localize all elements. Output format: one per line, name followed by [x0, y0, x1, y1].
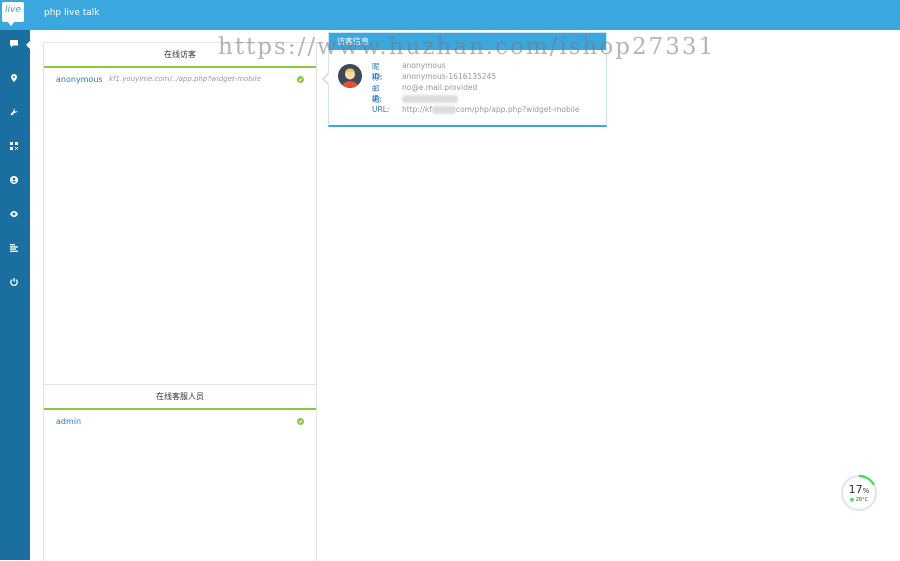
id-value: anonymous-1616135245	[402, 72, 497, 81]
online-staff-panel: 在线客服人员 admin	[43, 384, 317, 561]
sidebar-item-list[interactable]	[0, 238, 30, 260]
temperature-value: 26°C	[855, 497, 869, 503]
visitor-row[interactable]: anonymous kf1.youyime.com/../app.php?wid…	[44, 72, 316, 90]
ip-value	[402, 94, 458, 103]
map-pin-icon	[11, 74, 17, 82]
watermark: https://www.huzhan.com/ishop27331	[218, 34, 716, 60]
gauge-unit: %	[862, 487, 870, 495]
list-icon	[10, 244, 18, 252]
url-value: http://kf com/php/app.php?widget-mobile	[402, 105, 580, 114]
power-icon	[10, 278, 18, 286]
url-prefix: http://kf	[402, 105, 432, 114]
email-value: no@e.mail.provided	[402, 83, 478, 92]
staff-row[interactable]: admin	[44, 414, 316, 432]
sidebar-item-location[interactable]	[0, 68, 30, 90]
online-visitors-panel: 在线访客 anonymous kf1.youyime.com/../app.ph…	[43, 42, 317, 385]
chat-icon	[10, 40, 18, 48]
sidebar-item-logout[interactable]	[0, 272, 30, 294]
gauge-temperature: ● 26°C	[840, 497, 878, 503]
qr-code-icon	[10, 142, 18, 150]
sidebar	[0, 30, 31, 560]
cpu-gauge[interactable]: 17% ● 26°C	[840, 474, 878, 512]
online-staff-title: 在线客服人员	[44, 385, 316, 410]
ip-redacted	[402, 95, 458, 103]
staff-name[interactable]: admin	[56, 417, 81, 426]
sidebar-item-chat[interactable]	[0, 34, 31, 56]
visitor-url: kf1.youyime.com/../app.php?widget-mobile	[109, 75, 261, 83]
sidebar-item-qrcode[interactable]	[0, 136, 30, 158]
visitor-avatar	[338, 64, 362, 88]
eye-icon	[10, 211, 18, 217]
sidebar-item-user[interactable]	[0, 170, 30, 192]
top-bar: live php live talk	[0, 0, 900, 30]
url-label: URL:	[372, 105, 390, 114]
wrench-icon	[10, 108, 18, 116]
ip-label: IP:	[372, 94, 382, 103]
sidebar-item-tools[interactable]	[0, 102, 30, 124]
url-redacted	[431, 106, 456, 114]
gauge-number: 17	[848, 483, 863, 496]
logo-text: live	[5, 5, 21, 15]
live-logo[interactable]: live	[2, 2, 24, 26]
user-icon	[10, 176, 18, 184]
online-check-icon	[297, 76, 304, 83]
id-label: ID:	[372, 72, 383, 81]
visitor-name[interactable]: anonymous	[56, 75, 103, 84]
app-title: php live talk	[44, 8, 100, 18]
gauge-value: 17%	[840, 483, 878, 496]
url-suffix: com/php/app.php?widget-mobile	[455, 105, 580, 114]
sidebar-item-monitor[interactable]	[0, 204, 30, 226]
temperature-icon: ●	[849, 497, 855, 503]
nickname-value: anonymous	[402, 61, 446, 70]
online-check-icon	[297, 418, 304, 425]
